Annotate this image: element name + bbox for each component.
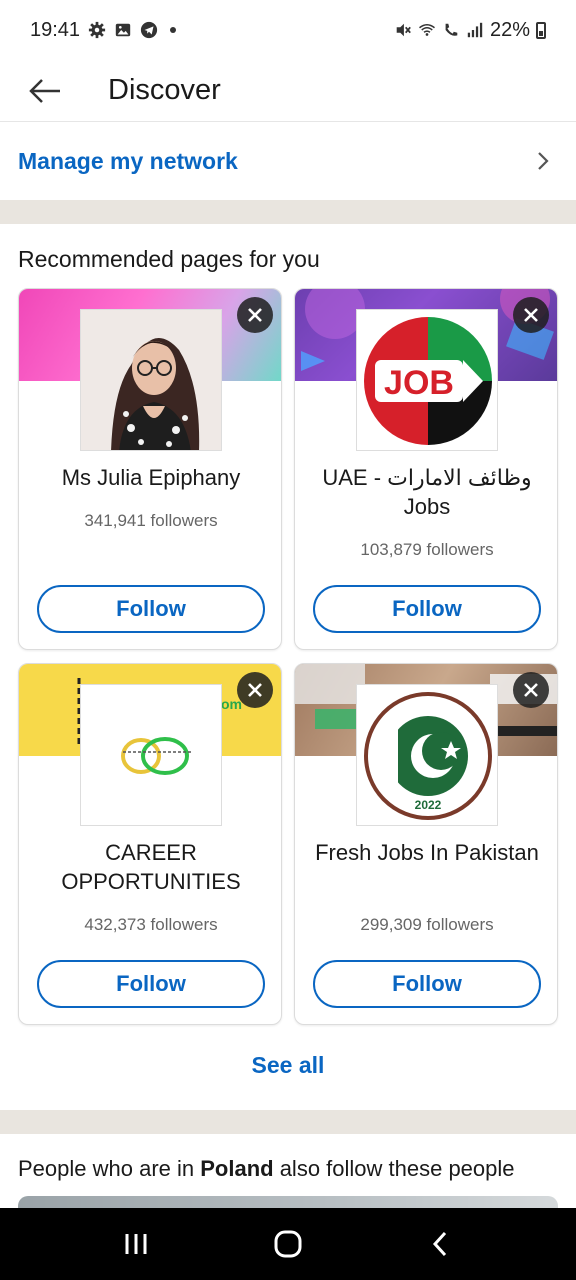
battery-percent: 22% [489,18,530,41]
recommended-section-title: Recommended pages for you [18,246,320,272]
job-logo: JOB [357,310,497,450]
page-name: CAREER OPPORTUNITIES [61,840,241,894]
manage-network-label: Manage my network [18,147,238,174]
settings-gear-icon [88,21,106,39]
recent-apps-button[interactable] [106,1214,166,1274]
page-name: Fresh Jobs In Pakistan [315,840,539,865]
back-button[interactable] [0,60,90,122]
gallery-icon [115,23,131,37]
wifi-icon [419,24,435,36]
close-icon [524,308,538,322]
logo-year: 2022 [415,798,442,812]
page-card[interactable]: 2022 Fresh Jobs In Pakistan 299,309 foll… [294,663,558,1025]
dismiss-button[interactable] [237,672,273,708]
see-all-link[interactable]: See all [0,1052,576,1079]
close-icon [248,683,262,697]
close-icon [524,683,538,697]
status-bar: 19:41 22% [0,0,576,60]
fresh-jobs-logo: 2022 [357,685,497,825]
status-right: 22% [394,19,546,42]
page-name: UAE - وظائف الامارات Jobs [322,465,532,519]
notification-dot-icon [170,27,177,33]
dismiss-button[interactable] [513,672,549,708]
home-icon [274,1230,302,1258]
manage-network-row[interactable]: Manage my network [0,122,576,200]
home-button[interactable] [258,1214,318,1274]
logo-text: JOB [384,364,454,402]
page-card[interactable]: om CAREER OPPORTUNITIES 432,373 follower… [18,663,282,1025]
page-card[interactable]: Ms Julia Epiphany 341,941 followers Foll… [18,288,282,650]
telegram-icon [140,21,158,39]
section-divider [0,200,576,224]
wifi-call-icon [445,23,458,36]
page-card[interactable]: JOB UAE - وظائف الامارات Jobs 103,879 fo… [294,288,558,650]
follow-button[interactable]: Follow [313,585,541,633]
status-left: 19:41 [30,18,177,42]
nav-back-button[interactable] [410,1214,470,1274]
follow-button[interactable]: Follow [313,960,541,1008]
page-logo [80,684,222,826]
page-title: Discover [108,74,221,106]
status-time: 19:41 [30,18,81,41]
section-divider [0,1110,576,1134]
back-arrow-icon [29,78,60,103]
people-title-suffix: also follow these people [273,1156,515,1181]
page-name: Ms Julia Epiphany [61,465,241,490]
system-nav-bar [0,1208,576,1280]
dismiss-button[interactable] [513,297,549,333]
close-icon [248,308,262,322]
mute-icon [396,23,411,37]
people-title-country: Poland [200,1156,274,1181]
page-logo: 2022 [356,684,498,826]
people-section-title: People who are in Poland also follow the… [18,1156,515,1182]
dismiss-button[interactable] [237,297,273,333]
chevron-right-icon [538,152,549,170]
profile-photo [81,310,221,450]
career-logo [81,685,221,825]
page-logo [80,309,222,451]
battery-icon [536,21,546,39]
follower-count: 432,373 followers [84,915,218,934]
back-chevron-icon [432,1231,447,1257]
signal-icon [467,22,483,38]
follow-button[interactable]: Follow [37,585,265,633]
people-title-prefix: People who are in [18,1156,201,1181]
app-bar: Discover [0,60,576,122]
follower-count: 103,879 followers [360,540,494,559]
recent-apps-icon [125,1234,147,1254]
follower-count: 341,941 followers [84,511,218,530]
follower-count: 299,309 followers [360,915,494,934]
page-logo: JOB [356,309,498,451]
follow-button[interactable]: Follow [37,960,265,1008]
